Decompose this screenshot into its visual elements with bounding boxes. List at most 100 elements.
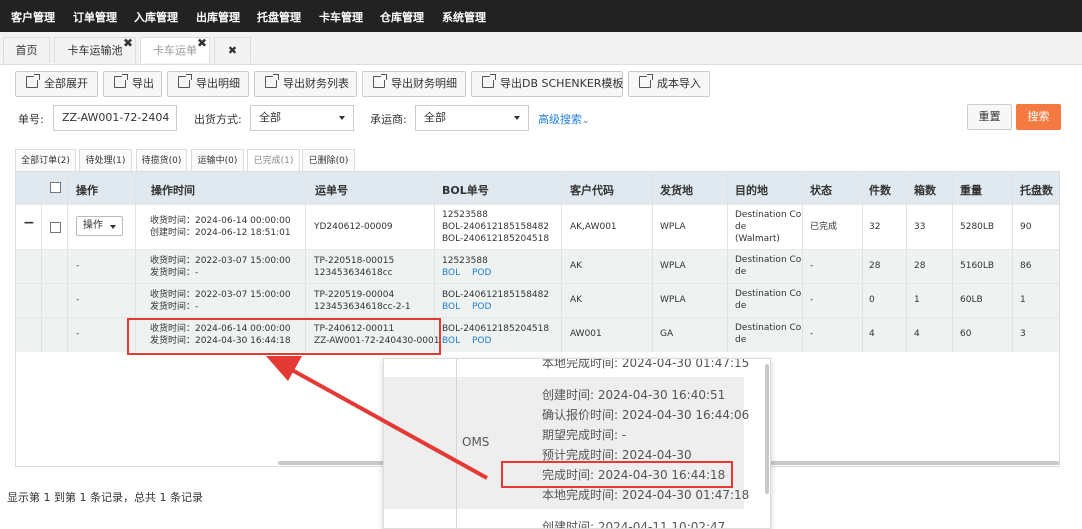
origin: WPLA — [660, 261, 686, 271]
tab-truck-pool[interactable]: 卡车运输池 ✖ — [54, 36, 136, 63]
tab-home-label: 首页 — [15, 44, 38, 57]
nav-pallet[interactable]: 托盘管理 — [257, 9, 301, 25]
export-icon — [373, 74, 387, 88]
advanced-search-link[interactable]: 高级搜索⌄ — [538, 111, 590, 127]
search-button[interactable]: 搜索 — [1016, 104, 1061, 130]
popup-line: 完成时间: 2024-04-30 16:44:18 — [542, 468, 726, 482]
table-row[interactable]: - 收货时间：2022-03-07 15:00:00 发货时间：- TP-220… — [16, 249, 1059, 283]
bol-link[interactable]: BOL — [442, 336, 460, 347]
nav-truck[interactable]: 卡车管理 — [319, 9, 363, 25]
table-row[interactable]: - 收货时间：2024-06-14 00:00:00 发货时间：2024-04-… — [16, 317, 1059, 352]
col-bol: BOL单号 — [442, 184, 489, 197]
weight: 60LB — [960, 295, 983, 305]
weight: 60 — [960, 329, 972, 339]
timeline-popup: 本地完成时间: 2024-04-30 01:47:15 OMS 创建时间: 20… — [383, 358, 771, 529]
column-divider — [952, 172, 953, 352]
status-text: - — [810, 261, 814, 271]
popup-line: 预计完成时间: 2024-04-30 — [542, 448, 692, 462]
waybill-no[interactable]: YD240612-00009 — [314, 222, 393, 233]
nav-outbound[interactable]: 出库管理 — [196, 9, 240, 25]
pod-link[interactable]: POD — [472, 302, 491, 313]
destination: de — [735, 301, 747, 311]
bol-no: BOL-240612185204518 — [442, 324, 550, 334]
tab-close-all[interactable]: ✖ — [214, 37, 251, 63]
export-detail-button[interactable]: 导出明细 — [167, 71, 249, 97]
column-divider — [434, 172, 435, 352]
tab-home[interactable]: 首页 — [3, 37, 50, 63]
bol-link[interactable]: BOL — [442, 268, 460, 279]
carrier-select[interactable]: 全部 — [415, 105, 529, 131]
destination: Destination Co — [735, 289, 802, 299]
export-finance-detail-label: 导出财务明细 — [391, 77, 457, 90]
sub-waybill-no[interactable]: TP-220519-00004 — [314, 290, 394, 301]
status-tab-all[interactable]: 全部订单(2) — [15, 149, 76, 171]
export-button[interactable]: 导出 — [103, 71, 162, 97]
status-text: - — [810, 329, 814, 339]
bol-no: 12523588 — [442, 256, 488, 266]
column-divider — [652, 172, 653, 352]
reset-button[interactable]: 重置 — [967, 104, 1012, 130]
ship-method-label: 出货方式: — [194, 113, 242, 126]
order-no-input[interactable]: ZZ-AW001-72-2404 — [53, 105, 177, 131]
sub-waybill-no[interactable]: TP-240612-00011 — [314, 324, 394, 335]
col-boxes: 箱数 — [914, 184, 936, 197]
close-icon[interactable]: ✖ — [228, 44, 237, 57]
column-divider — [135, 172, 136, 352]
row-checkbox[interactable] — [50, 222, 61, 233]
ship-method-select[interactable]: 全部 — [250, 105, 354, 131]
status-tab-pending[interactable]: 待处理(1) — [79, 149, 132, 171]
boxes: 4 — [914, 329, 920, 339]
status-tab-in-transit[interactable]: 运输中(0) — [191, 149, 244, 171]
sub-waybill-no[interactable]: TP-220518-00015 — [314, 256, 394, 267]
pieces: 28 — [869, 261, 881, 271]
nav-customer[interactable]: 客户管理 — [11, 9, 55, 25]
operation-dropdown[interactable]: 操作 — [76, 216, 123, 236]
status-tab-completed[interactable]: 已完成(1) — [247, 149, 300, 171]
col-pallets: 托盘数 — [1020, 184, 1053, 197]
status-tab-deleted[interactable]: 已删除(0) — [302, 149, 355, 171]
sub-waybill-ref: 123453634618cc — [314, 268, 393, 278]
nav-orders[interactable]: 订单管理 — [73, 9, 117, 25]
chevron-down-icon — [339, 116, 345, 120]
ship-time: 发货时间：2024-04-30 16:44:18 — [150, 336, 291, 346]
bol-no: 12523588 — [442, 210, 488, 220]
pod-link[interactable]: POD — [472, 336, 491, 347]
collapse-icon[interactable]: − — [23, 216, 35, 230]
chevron-down-icon — [514, 116, 520, 120]
export-finance-list-button[interactable]: 导出财务列表 — [254, 71, 357, 97]
popup-scrollbar[interactable] — [765, 364, 769, 494]
expand-all-button[interactable]: 全部展开 — [15, 71, 98, 97]
nav-inbound[interactable]: 入库管理 — [134, 9, 178, 25]
create-time: 创建时间：2024-06-12 18:51:01 — [150, 228, 291, 238]
table-row[interactable]: − 操作 收货时间：2024-06-14 00:00:00 创建时间：2024-… — [16, 204, 1059, 249]
destination: Destination Co — [735, 255, 802, 265]
nav-warehouse[interactable]: 仓库管理 — [380, 9, 424, 25]
export-finance-detail-button[interactable]: 导出财务明细 — [362, 71, 466, 97]
destination: de — [735, 267, 747, 277]
column-divider — [906, 172, 907, 352]
select-all-checkbox[interactable] — [50, 182, 61, 193]
pod-link[interactable]: POD — [472, 268, 491, 279]
cost-import-button[interactable]: 成本导入 — [628, 71, 710, 97]
table-row[interactable]: - 收货时间：2022-03-07 15:00:00 发货时间：- TP-220… — [16, 283, 1059, 317]
popup-divider — [456, 359, 457, 528]
cost-import-label: 成本导入 — [657, 77, 701, 90]
destination: (Walmart) — [735, 234, 780, 244]
bol-link[interactable]: BOL — [442, 302, 460, 313]
popup-system-label: OMS — [462, 435, 490, 449]
import-icon — [639, 74, 653, 88]
boxes: 1 — [914, 295, 920, 305]
export-icon — [482, 74, 496, 88]
origin: WPLA — [660, 295, 686, 305]
close-icon[interactable]: ✖ — [123, 30, 133, 56]
column-divider — [305, 172, 306, 352]
tab-truck-waybill[interactable]: 卡车运单 ✖ — [140, 36, 210, 63]
close-icon[interactable]: ✖ — [197, 30, 207, 56]
export-schenker-template-button[interactable]: 导出DB SCHENKER模板 — [471, 71, 623, 97]
bol-no: BOL-240612185158482 — [442, 290, 550, 300]
status-tab-awaiting-pickup[interactable]: 待揽货(0) — [136, 149, 187, 171]
nav-system[interactable]: 系统管理 — [442, 9, 486, 25]
column-divider — [561, 172, 562, 352]
ship-time: 发货时间：- — [150, 268, 199, 278]
destination: de — [735, 222, 747, 232]
